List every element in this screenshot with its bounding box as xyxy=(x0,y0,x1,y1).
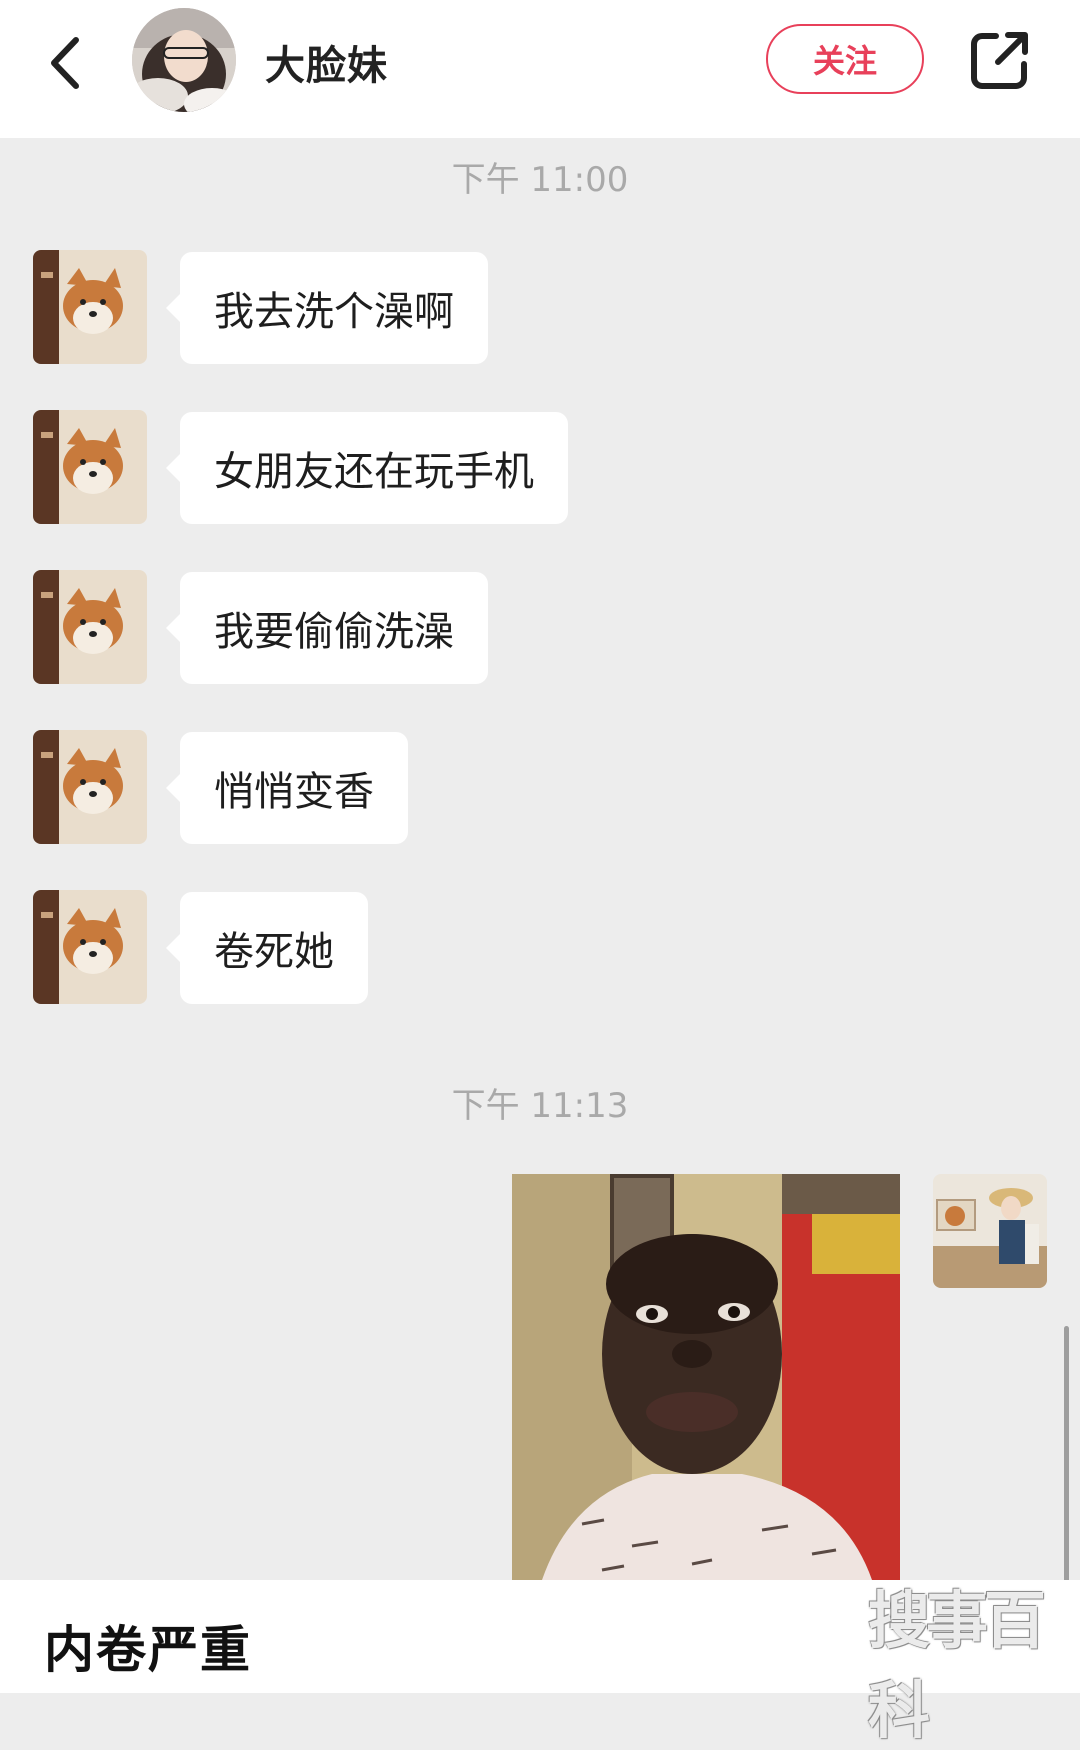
timestamp: 下午 11:00 xyxy=(451,160,629,200)
message-bubble[interactable]: 女朋友还在玩手机 xyxy=(166,412,568,524)
message-row: 我去洗个澡啊 xyxy=(0,250,1080,366)
share-button[interactable] xyxy=(968,28,1032,92)
sender-avatar[interactable] xyxy=(33,890,147,1004)
sender-avatar[interactable] xyxy=(33,250,147,364)
chevron-left-icon xyxy=(51,37,79,89)
contact-name: 大脸妹 xyxy=(265,43,388,89)
share-external-icon xyxy=(971,32,1028,89)
message-row: 我要偷偷洗澡 xyxy=(0,570,1080,686)
chat-area[interactable]: 下午 11:00 我去洗个澡啊 女朋友还在玩手机 我要偷偷洗澡 悄悄变香 卷死她… xyxy=(0,138,1080,1596)
watermark: 搜事百科 xyxy=(868,1584,1046,1747)
video-caption: 内卷严重 xyxy=(44,1621,252,1679)
my-avatar[interactable] xyxy=(933,1174,1047,1288)
message-bubble[interactable]: 卷死她 xyxy=(166,892,368,1004)
message-bubble[interactable]: 悄悄变香 xyxy=(166,732,408,844)
sender-avatar[interactable] xyxy=(33,570,147,684)
message-bubble[interactable]: 我要偷偷洗澡 xyxy=(166,572,488,684)
sender-avatar[interactable] xyxy=(33,410,147,524)
timestamp: 下午 11:13 xyxy=(451,1086,629,1126)
caption-bar: 内卷严重 搜事百科 xyxy=(0,1580,1080,1747)
message-bubble[interactable]: 我去洗个澡啊 xyxy=(166,252,488,364)
message-row: 卷死她 xyxy=(0,890,1080,1006)
sender-avatar[interactable] xyxy=(33,730,147,844)
message-row: 女朋友还在玩手机 xyxy=(0,410,1080,526)
scrollbar[interactable] xyxy=(1064,1326,1069,1596)
contact-avatar[interactable] xyxy=(132,8,236,112)
top-bar: 大脸妹 关注 xyxy=(0,0,1080,138)
follow-button[interactable]: 关注 xyxy=(766,24,924,94)
sent-image-message[interactable] xyxy=(512,1174,900,1580)
message-row: 悄悄变香 xyxy=(0,730,1080,846)
back-button[interactable] xyxy=(40,28,100,98)
